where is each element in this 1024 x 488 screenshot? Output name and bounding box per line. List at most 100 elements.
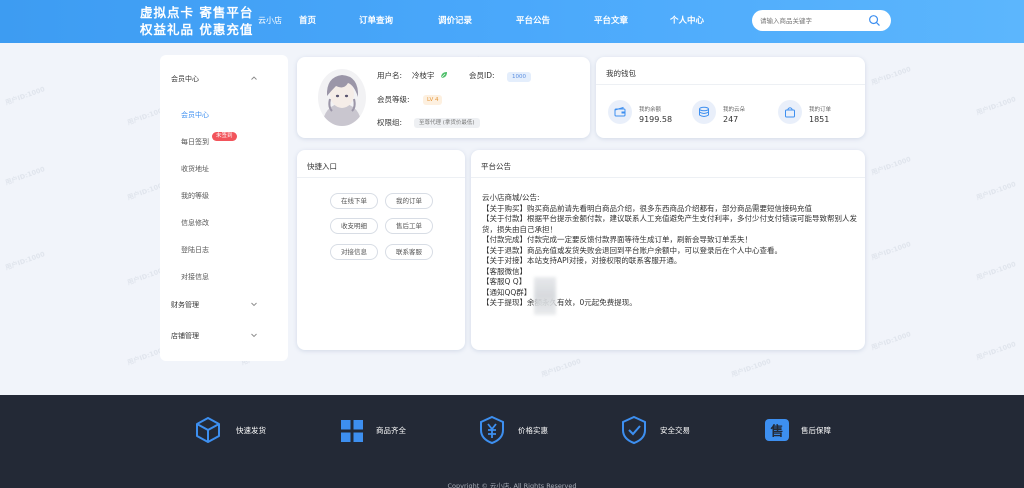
watermark: 用户ID:1000 [4,165,46,187]
svg-text:售: 售 [770,424,783,440]
watermark: 用户ID:1000 [870,65,912,87]
shopping-bag-icon [785,107,795,118]
announcement-line: 【付款完成】付款完成一定要反馈付款界面等待生成订单，刷新会导致订单丢失！ [482,235,752,244]
feature-label: 售后保障 [801,426,831,435]
feature-label: 安全交易 [660,426,690,435]
user-info-card: 用户名: 冷枝宇 会员ID: 1000 会员等级: LV 4 权限组: 至尊代理… [297,57,590,138]
chevron-down-icon[interactable] [250,331,258,339]
api-info-button[interactable]: 对接信息 [330,244,378,260]
transactions-button[interactable]: 收支明细 [330,218,378,234]
nav-articles[interactable]: 平台文章 [594,14,628,26]
sidebar-item-api-info[interactable]: 对接信息 [181,272,209,282]
announcement-line: 【关于付款】根据平台提示金额付款，建议联系人工充值避免产生支付利率，多付少付支付… [482,214,857,234]
site-logo[interactable]: 虚拟点卡 寄售平台 权益礼品 优惠充值 [140,4,253,38]
level-label: 会员等级: [377,95,410,104]
announcement-line: 【关于对接】本站支持API对接，对接权限的联系客服开通。 [482,256,682,265]
sidebar-section-member[interactable]: 会员中心 [171,74,199,84]
sidebar-item-member-center[interactable]: 会员中心 [181,110,209,120]
chevron-down-icon[interactable] [250,300,258,308]
sidebar-item-address[interactable]: 收货地址 [181,164,209,174]
wallet-card: 我的钱包 我的余额 9199.58 我的云朵 247 我的订单 1851 [596,57,865,138]
watermark: 用户ID:1000 [870,155,912,177]
support-ticket-button[interactable]: 售后工单 [385,218,433,234]
feature-label: 快速发货 [236,426,266,435]
place-order-button[interactable]: 在线下单 [330,193,378,209]
divider [297,177,465,178]
database-icon [699,106,709,117]
sidebar-section-shop[interactable]: 店铺管理 [171,331,199,341]
feature-label: 价格实惠 [518,426,548,435]
level-badge: LV 4 [423,95,443,105]
sidebar: 会员中心 会员中心 每日签到 收货地址 我的等级 信息修改 登陆日志 对接信息 … [160,55,288,361]
watermark: 用户ID:1000 [975,340,1017,362]
balance-label: 我的余额 [639,107,662,113]
balance-value: 9199.58 [639,115,673,124]
member-id-label: 会员ID: [469,71,495,80]
chevron-up-icon[interactable] [250,74,258,82]
quick-access-card: 快捷入口 在线下单 我的订单 收支明细 售后工单 对接信息 联系客服 [297,150,465,350]
nav-user-center[interactable]: 个人中心 [670,14,704,26]
grid-icon [341,420,363,442]
orders-value: 1851 [809,115,830,124]
username-value: 冷枝宇 [412,71,435,80]
sidebar-item-daily-checkin[interactable]: 每日签到 [181,137,209,147]
cloud-value: 247 [723,115,739,124]
contact-support-button[interactable]: 联系客服 [385,244,433,260]
cloud-icon-bg [692,100,716,124]
announcement-line: 【关于退款】商品充值或发货失败会退回到平台账户余额中，可以登录后在个人中心查看。 [482,245,782,255]
after-sales-icon: 售 [765,419,789,441]
sidebar-section-finance[interactable]: 财务管理 [171,300,199,310]
nav-home[interactable]: 首页 [299,14,316,26]
logo-line-2: 权益礼品 优惠充值 [140,22,254,37]
announcement-line: 云小店商城/公告: [482,193,540,202]
copyright: Copyright © 云小店. All Rights Reserved [447,482,577,488]
footer: 快速发货 商品齐全 价格实惠 安全交易 售 售后保障 Copyright © 云… [0,395,1024,488]
watermark: 用户ID:1000 [975,95,1017,117]
balance-icon-bg [608,100,632,124]
sidebar-item-login-log[interactable]: 登陆日志 [181,245,209,255]
sidebar-item-my-level[interactable]: 我的等级 [181,191,209,201]
watermark: 用户ID:1000 [4,85,46,107]
leaf-icon [440,72,447,79]
announcement-line: 【关于购买】购买商品前请先看明白商品介绍，很多东西商品介绍都有，部分商品需要短信… [482,203,812,213]
nav-announcements[interactable]: 平台公告 [516,14,550,26]
announcement-title: 平台公告 [481,162,511,171]
feature-label: 商品齐全 [376,426,406,435]
orders-label: 我的订单 [809,107,832,113]
permission-badge: 至尊代理 (拿货价最低) [414,118,480,128]
avatar[interactable] [318,69,366,126]
checkin-badge: 未签到 [212,132,237,141]
sidebar-item-edit-info[interactable]: 信息修改 [181,218,209,228]
watermark: 用户ID:1000 [4,250,46,272]
watermark: 用户ID:1000 [975,180,1017,202]
price-shield-icon [480,415,504,445]
permission-label: 权限组: [377,118,403,127]
watermark: 用户ID:1000 [870,330,912,352]
watermark: 用户ID:1000 [870,240,912,262]
quick-title: 快捷入口 [307,162,337,171]
divider [596,84,865,85]
search-icon[interactable] [868,14,881,27]
wallet-icon [614,106,626,117]
search-input[interactable] [760,14,860,27]
orders-icon-bg [778,100,802,124]
member-id-badge: 1000 [507,72,531,82]
wallet-title: 我的钱包 [606,69,636,78]
watermark: 用户ID:1000 [730,357,772,379]
redacted-contact-blur [534,277,556,315]
top-header: 虚拟点卡 寄售平台 权益礼品 优惠充值 云小店 首页 订单查询 调价记录 平台公… [0,0,1024,43]
username-label: 用户名: [377,71,403,80]
cube-icon [196,417,220,443]
nav-order-query[interactable]: 订单查询 [359,14,393,26]
search-box [752,10,891,31]
watermark: 用户ID:1000 [540,357,582,379]
cloud-label: 我的云朵 [723,107,746,113]
announcement-line: 【客服微信】 [482,266,527,276]
watermark: 用户ID:1000 [975,260,1017,282]
nav-price-log[interactable]: 调价记录 [438,14,472,26]
divider [471,177,865,178]
logo-line-1: 虚拟点卡 寄售平台 [140,5,254,20]
announcement-card: 平台公告 云小店商城/公告: 【关于购买】购买商品前请先看明白商品介绍，很多东西… [471,150,865,350]
my-orders-button[interactable]: 我的订单 [385,193,433,209]
shop-name[interactable]: 云小店 [258,15,282,26]
